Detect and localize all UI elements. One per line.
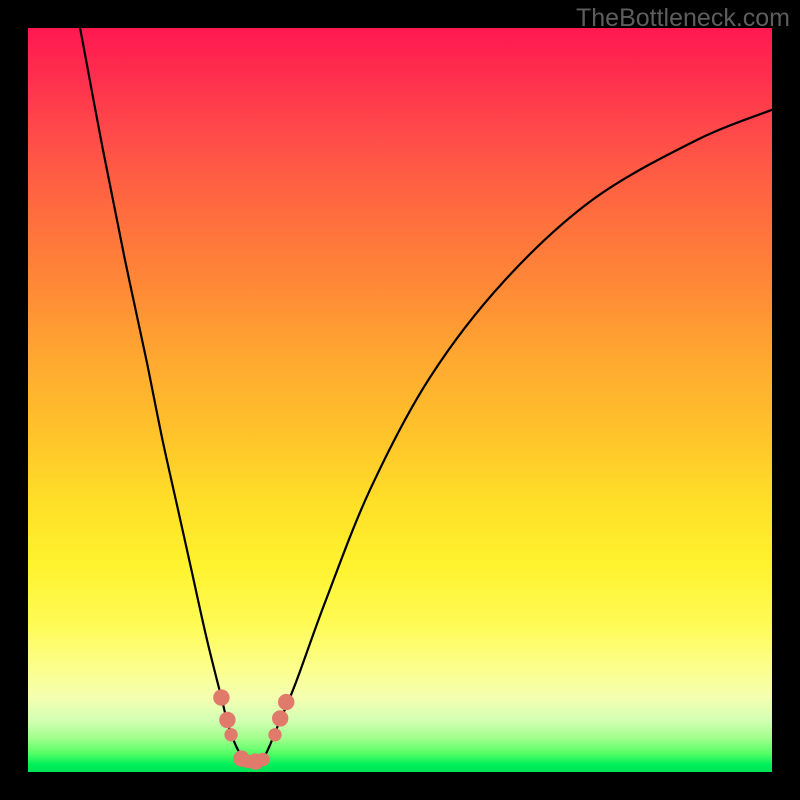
- curve-marker: [224, 728, 237, 741]
- watermark-text: TheBottleneck.com: [576, 4, 790, 33]
- curve-marker: [268, 728, 281, 741]
- curve-marker: [219, 712, 235, 728]
- chart-plot-area: [28, 28, 772, 772]
- curve-marker: [272, 710, 288, 726]
- bottleneck-curve-svg: [28, 28, 772, 772]
- curve-marker: [213, 689, 229, 705]
- chart-frame: TheBottleneck.com: [0, 0, 800, 800]
- curve-markers: [213, 689, 294, 769]
- curve-marker: [278, 694, 294, 710]
- bottleneck-curve-line: [80, 28, 772, 762]
- curve-marker: [256, 753, 269, 766]
